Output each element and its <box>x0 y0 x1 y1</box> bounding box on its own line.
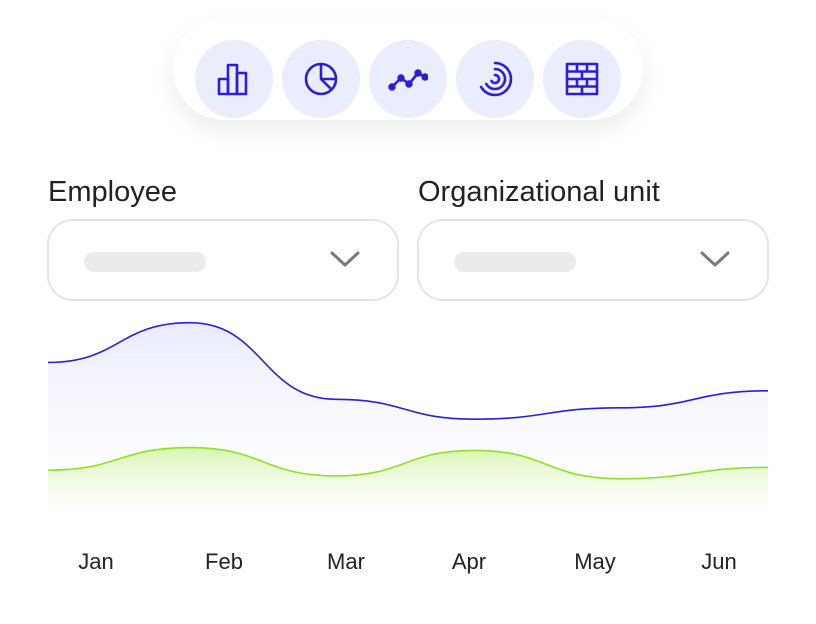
org-unit-select[interactable] <box>417 219 769 301</box>
bar-chart-icon <box>217 63 248 96</box>
chevron-down-icon <box>330 251 360 267</box>
series-2-line <box>47 446 769 480</box>
series-1-line <box>47 321 769 420</box>
x-tick-label: Apr <box>452 549 486 574</box>
org-unit-label: Organizational unit <box>418 176 660 208</box>
x-tick-label: Feb <box>205 549 243 574</box>
x-tick-label: Jan <box>78 549 113 574</box>
series-1-area <box>48 322 768 527</box>
chart-type-toolbar <box>173 18 643 120</box>
chevron-down-icon <box>700 251 730 267</box>
employee-select[interactable] <box>47 219 399 301</box>
heatmap-grid-icon <box>565 62 599 96</box>
x-tick-label: May <box>574 549 616 574</box>
page: Employee Organizational unit Jan Feb Mar Ap… <box>0 0 816 624</box>
line-chart-icon <box>388 69 428 91</box>
x-tick-label: Mar <box>327 549 365 574</box>
line-chart-button[interactable] <box>369 40 447 118</box>
org-unit-select-placeholder <box>454 252 576 272</box>
heatmap-button[interactable] <box>543 40 621 118</box>
employee-label: Employee <box>48 176 177 208</box>
employee-select-placeholder <box>84 252 206 272</box>
series-2-area <box>48 447 768 527</box>
bar-chart-button[interactable] <box>195 40 273 118</box>
pie-chart-button[interactable] <box>282 40 360 118</box>
radial-chart-button[interactable] <box>456 40 534 118</box>
x-tick-label: Jun <box>701 549 736 574</box>
pie-chart-icon <box>304 62 338 96</box>
radial-chart-icon <box>479 61 513 97</box>
